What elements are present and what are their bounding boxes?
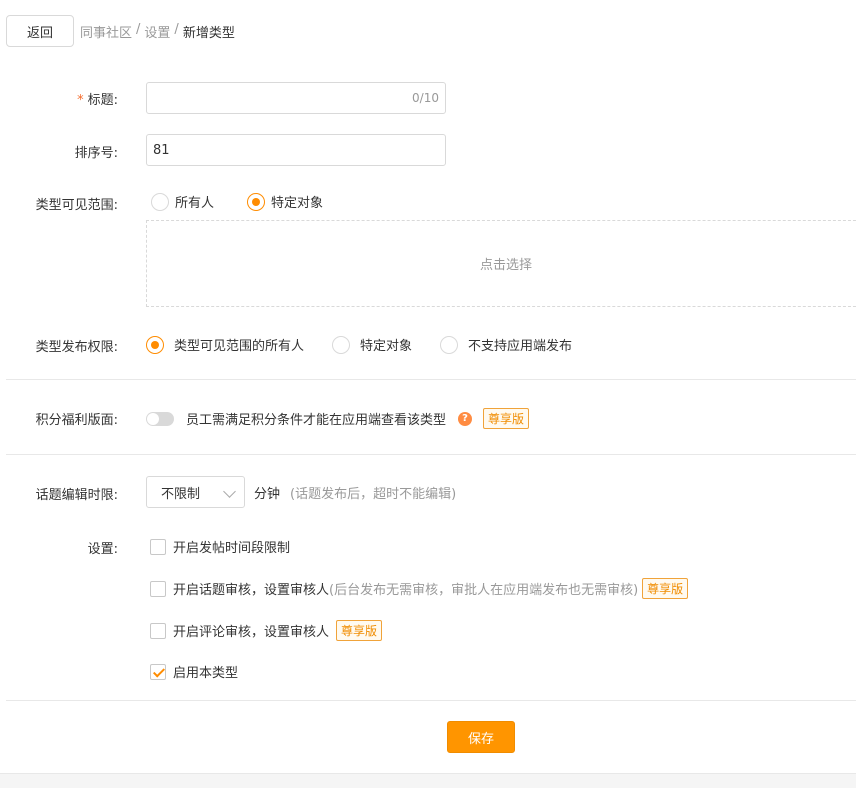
points-page-label: 积分福利版面:	[35, 413, 118, 428]
topic-review-hint: (后台发布无需审核，审批人在应用端发布也无需审核)	[329, 583, 639, 598]
footer-bar	[0, 773, 856, 788]
divider	[6, 700, 856, 701]
points-page-row: 员工需满足积分条件才能在应用端查看该类型 ? 尊享版	[146, 408, 530, 429]
breadcrumb-item-settings[interactable]: 设置	[144, 22, 170, 41]
select-targets-area[interactable]: 点击选择	[146, 220, 856, 307]
publish-radio-specific[interactable]: 特定对象	[332, 335, 412, 354]
points-page-toggle[interactable]	[146, 411, 174, 426]
premium-badge: 尊享版	[336, 620, 383, 641]
radio-icon	[332, 335, 351, 354]
premium-badge: 尊享版	[642, 578, 689, 599]
save-button[interactable]: 保存	[447, 721, 515, 753]
visibility-radio-specific[interactable]: 特定对象	[247, 192, 323, 211]
points-page-text: 员工需满足积分条件才能在应用端查看该类型	[186, 413, 447, 428]
publish-permission-label: 类型发布权限:	[35, 340, 118, 355]
visibility-radio-group: 所有人 特定对象	[151, 192, 323, 211]
radio-checked-icon	[146, 335, 164, 354]
title-char-counter: 0/10	[412, 91, 439, 105]
radio-checked-icon	[247, 192, 266, 211]
help-icon[interactable]: ?	[458, 411, 473, 426]
sort-input[interactable]: 81	[146, 134, 446, 166]
required-mark: *	[77, 93, 84, 108]
title-input[interactable]: 0/10	[146, 82, 446, 114]
edit-time-select[interactable]: 不限制	[146, 476, 245, 508]
breadcrumb-separator: /	[174, 21, 179, 37]
radio-icon	[440, 335, 459, 354]
setting-enable-type[interactable]: 启用本类型	[150, 662, 238, 681]
breadcrumb-item-current: 新增类型	[182, 25, 235, 41]
edit-time-label: 话题编辑时限:	[35, 488, 118, 503]
publish-permission-radio-group: 类型可见范围的所有人 特定对象 不支持应用端发布	[146, 335, 572, 354]
premium-badge: 尊享版	[483, 408, 530, 429]
breadcrumb-separator: /	[136, 21, 141, 37]
setting-post-time-limit[interactable]: 开启发帖时间段限制	[150, 537, 290, 556]
radio-icon	[151, 192, 169, 211]
visibility-label: 类型可见范围:	[35, 198, 118, 213]
settings-label: 设置:	[87, 542, 118, 557]
setting-comment-review[interactable]: 开启评论审核，设置审核人 尊享版	[150, 620, 383, 641]
title-label: * 标题:	[77, 93, 118, 108]
setting-topic-review[interactable]: 开启话题审核，设置审核人(后台发布无需审核，审批人在应用端发布也无需审核) 尊享…	[150, 578, 689, 599]
checkbox-icon	[150, 580, 166, 597]
publish-radio-no-app[interactable]: 不支持应用端发布	[440, 335, 572, 354]
sort-label: 排序号:	[74, 146, 118, 161]
checkbox-icon	[150, 538, 166, 555]
sort-value: 81	[153, 142, 170, 158]
divider	[6, 379, 856, 380]
visibility-radio-everyone[interactable]: 所有人	[151, 192, 214, 211]
checkbox-icon	[150, 622, 166, 639]
breadcrumb: 同事社区 / 设置 / 新增类型	[80, 22, 235, 41]
edit-time-unit: 分钟	[254, 486, 281, 502]
edit-time-row: 不限制 分钟 (话题发布后，超时不能编辑)	[146, 476, 456, 508]
divider	[6, 454, 856, 455]
chevron-down-icon	[223, 485, 236, 498]
back-button[interactable]: 返回	[6, 15, 74, 47]
edit-time-hint: (话题发布后，超时不能编辑)	[290, 486, 457, 502]
publish-radio-visible-all[interactable]: 类型可见范围的所有人	[146, 335, 304, 354]
top-bar: 返回 同事社区 / 设置 / 新增类型	[6, 15, 235, 47]
checkmark-icon	[150, 663, 166, 680]
breadcrumb-item-community[interactable]: 同事社区	[80, 22, 132, 41]
